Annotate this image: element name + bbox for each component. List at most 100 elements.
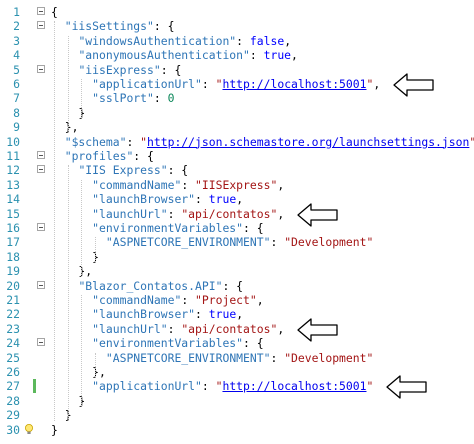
code-line[interactable]: 22 "launchBrowser": true, <box>0 307 474 321</box>
code-text[interactable]: "windowsAuthentication": false, <box>51 34 291 48</box>
line-number: 14 <box>6 192 20 207</box>
code-text[interactable]: "launchUrl": "api/contatos", <box>51 207 284 221</box>
code-line[interactable]: 20 "Blazor_Contatos.API": { <box>0 279 474 293</box>
line-number: 10 <box>6 134 20 149</box>
code-text[interactable]: "iisExpress": { <box>51 63 181 77</box>
code-token: : <box>195 192 209 207</box>
collapse-toggle-icon[interactable] <box>37 223 45 231</box>
code-token: : <box>153 91 168 106</box>
code-token: }, <box>51 365 106 379</box>
collapse-toggle-icon[interactable] <box>37 64 45 73</box>
code-line[interactable]: 12 "IIS Express": { <box>0 163 474 177</box>
code-token: : <box>201 77 216 91</box>
code-text[interactable]: } <box>51 423 58 437</box>
code-line[interactable]: 30} <box>0 423 474 437</box>
collapse-toggle-icon[interactable] <box>37 338 45 347</box>
code-line[interactable]: 2 "iisSettings": { <box>0 19 474 33</box>
code-line[interactable]: 18 } <box>0 250 474 264</box>
indent-guide <box>68 35 69 133</box>
code-text[interactable]: "ASPNETCORE_ENVIRONMENT": "Development" <box>51 351 373 365</box>
code-text[interactable]: "launchUrl": "api/contatos", <box>51 322 284 336</box>
code-line[interactable]: 9 }, <box>0 120 474 134</box>
code-text[interactable]: "anonymousAuthentication": true, <box>51 48 297 63</box>
code-token: : { <box>222 278 244 293</box>
code-line[interactable]: 25 "ASPNETCORE_ENVIRONMENT": "Developmen… <box>0 351 474 365</box>
indent-guide <box>81 295 82 407</box>
code-text[interactable]: "profiles": { <box>51 149 154 163</box>
code-text[interactable]: "IIS Express": { <box>51 163 188 177</box>
code-text[interactable]: "iisSettings": { <box>51 19 175 33</box>
code-text[interactable]: "ASPNETCORE_ENVIRONMENT": "Development" <box>51 235 373 249</box>
code-line[interactable]: 17 "ASPNETCORE_ENVIRONMENT": "Developmen… <box>0 235 474 249</box>
code-text[interactable]: "applicationUrl": "http://localhost:5001… <box>51 77 380 91</box>
code-token: "commandName" <box>92 177 182 192</box>
code-text[interactable]: "launchBrowser": true, <box>51 192 243 206</box>
code-token: "api/contatos" <box>181 321 278 336</box>
collapse-toggle-icon[interactable] <box>37 165 45 174</box>
url-link[interactable]: http://localhost:5001 <box>222 77 366 91</box>
code-editor[interactable]: 1{2 "iisSettings": {3 "windowsAuthentica… <box>0 0 474 444</box>
code-text[interactable]: "environmentVariables": { <box>51 336 263 350</box>
indent-guide <box>95 237 96 263</box>
line-number: 18 <box>6 249 20 264</box>
code-token: "environmentVariables" <box>92 221 244 235</box>
code-line[interactable]: 13 "commandName": "IISExpress", <box>0 178 474 192</box>
code-token: "applicationUrl" <box>92 77 202 91</box>
code-text[interactable]: "Blazor_Contatos.API": { <box>51 279 243 293</box>
code-line[interactable]: 28 } <box>0 394 474 408</box>
code-text[interactable]: "commandName": "IISExpress", <box>51 178 284 192</box>
collapse-toggle-icon[interactable] <box>37 7 45 15</box>
code-line[interactable]: 23 "launchUrl": "api/contatos", <box>0 322 474 336</box>
code-token: "Blazor_Contatos.API" <box>78 278 223 293</box>
code-line[interactable]: 19 }, <box>0 264 474 278</box>
code-text[interactable]: "$schema": "http://json.schemastore.org/… <box>51 135 474 149</box>
code-token: "applicationUrl" <box>92 379 202 394</box>
code-text[interactable]: "sslPort": 0 <box>51 91 174 105</box>
url-link[interactable]: http://json.schemastore.org/launchsettin… <box>147 135 469 149</box>
code-line[interactable]: 7 "sslPort": 0 <box>0 91 474 105</box>
indent-guide <box>95 352 96 378</box>
code-token: , <box>236 192 244 207</box>
code-line[interactable]: 10 "$schema": "http://json.schemastore.o… <box>0 135 474 149</box>
code-text[interactable]: "launchBrowser": true, <box>51 307 243 321</box>
code-line[interactable]: 1{ <box>0 5 474 19</box>
code-text[interactable]: } <box>51 250 99 264</box>
code-token: : <box>167 206 182 221</box>
code-line[interactable]: 8 } <box>0 106 474 120</box>
code-line[interactable]: 21 "commandName": "Project", <box>0 293 474 307</box>
code-text[interactable]: }, <box>51 264 92 278</box>
code-line[interactable]: 14 "launchBrowser": true, <box>0 192 474 206</box>
code-line[interactable]: 3 "windowsAuthentication": false, <box>0 34 474 48</box>
code-text[interactable]: }, <box>51 365 106 379</box>
code-line[interactable]: 4 "anonymousAuthentication": true, <box>0 48 474 62</box>
code-line[interactable]: 15 "launchUrl": "api/contatos", <box>0 207 474 221</box>
url-link[interactable]: http://localhost:5001 <box>222 379 366 393</box>
code-text[interactable]: "commandName": "Project", <box>51 293 264 307</box>
collapse-toggle-icon[interactable] <box>37 151 45 159</box>
code-token: true <box>208 192 237 207</box>
code-text[interactable]: "environmentVariables": { <box>51 221 263 235</box>
lightbulb-icon[interactable] <box>24 423 34 436</box>
code-line[interactable]: 11 "profiles": { <box>0 149 474 163</box>
line-number: 17 <box>6 235 20 250</box>
code-token: "ASPNETCORE_ENVIRONMENT" <box>105 235 271 250</box>
line-number: 23 <box>6 321 20 336</box>
code-line[interactable]: 29 } <box>0 408 474 422</box>
code-token: , <box>256 293 264 307</box>
code-line[interactable]: 16 "environmentVariables": { <box>0 221 474 235</box>
code-text[interactable]: { <box>51 5 58 19</box>
code-text[interactable]: "applicationUrl": "http://localhost:5001… <box>51 379 373 393</box>
code-line[interactable]: 24 "environmentVariables": { <box>0 336 474 350</box>
collapse-toggle-icon[interactable] <box>37 280 45 289</box>
code-token: , <box>284 33 292 48</box>
indent-guide <box>54 21 55 421</box>
code-token: "anonymousAuthentication" <box>78 48 250 63</box>
code-token: "commandName" <box>92 293 182 307</box>
code-text[interactable]: }, <box>51 120 79 134</box>
collapse-toggle-icon[interactable] <box>37 21 45 30</box>
